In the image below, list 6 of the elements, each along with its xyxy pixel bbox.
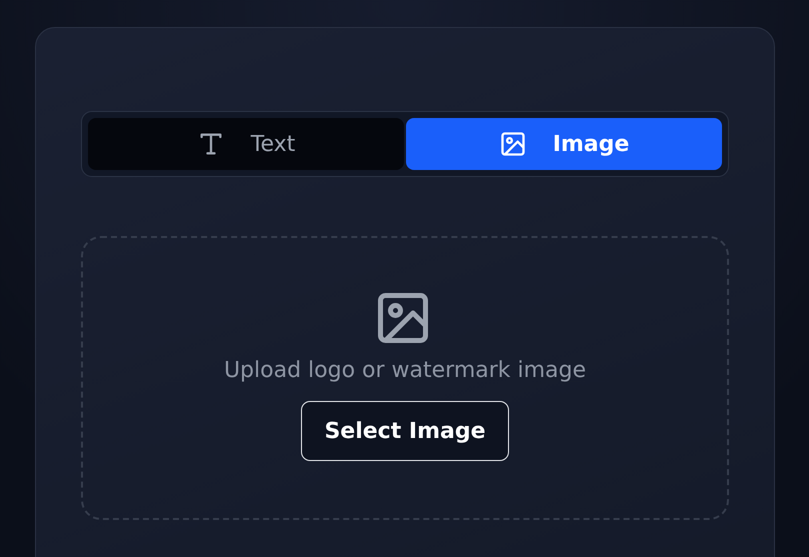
select-image-button[interactable]: Select Image: [301, 401, 509, 461]
image-icon: [498, 130, 527, 158]
upload-dropzone[interactable]: Upload logo or watermark image Select Image: [81, 236, 729, 520]
upload-prompt: Upload logo or watermark image: [224, 358, 586, 383]
mode-tab[interactable]: Image: [406, 118, 722, 170]
mode-tab[interactable]: Text: [88, 118, 404, 170]
